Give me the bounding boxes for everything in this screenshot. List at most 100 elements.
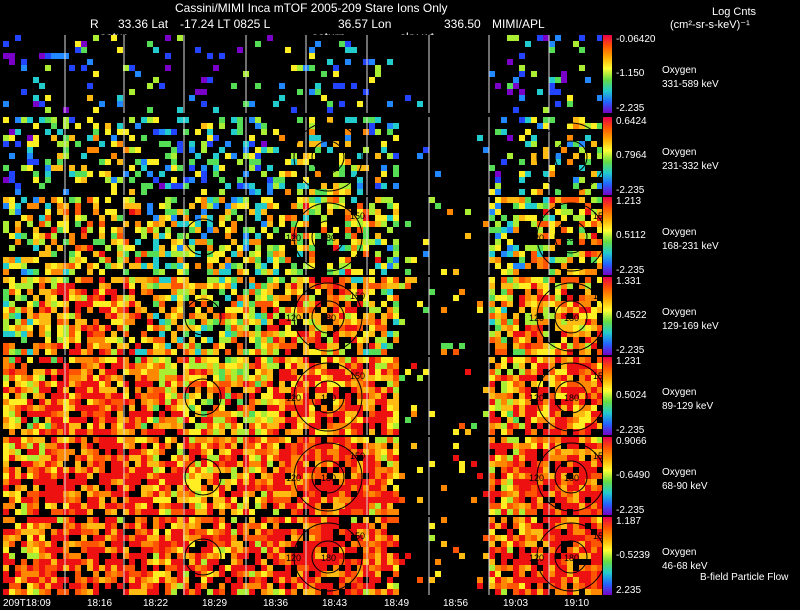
- heatmap-cells: [3, 117, 602, 195]
- contour-label: 120: [529, 233, 544, 243]
- colorbar-max: 1.213: [616, 197, 641, 207]
- heatmap-cells: [3, 437, 602, 515]
- heatmap-panel-4: 120150180120150180: [3, 357, 602, 435]
- energy-panel-5: 120150180120150180: [3, 437, 602, 515]
- panel-species: Oxygen: [662, 547, 696, 559]
- panel-species: Oxygen: [662, 227, 696, 239]
- heatmap-panel-6: 120 150 180 120 150 180: [3, 517, 602, 595]
- contour-label: 150: [350, 531, 365, 541]
- colorbar-2: [603, 197, 612, 275]
- contour-label: 180: [321, 473, 336, 483]
- heatmap-cells: [3, 357, 602, 435]
- contour-label: 120: [286, 553, 301, 563]
- x-tick-label: 18:49: [384, 597, 409, 610]
- contour-label: 150: [350, 211, 365, 221]
- energy-panel-6: 120 150 180 120 150 180: [3, 517, 602, 595]
- contour-label: 120: [286, 393, 301, 403]
- contour-label: 150: [350, 291, 365, 301]
- chart-title: Cassini/MIMI Inca mTOF 2005-209 Stare Io…: [175, 2, 448, 15]
- contour-label: 150: [593, 451, 602, 461]
- colorbar-min: -2.235: [616, 506, 644, 516]
- heatmap-panel-5: 120150180120150180: [3, 437, 602, 515]
- colorbar-mid: 0.5024: [616, 391, 647, 401]
- colorbar-mid: 0.7964: [616, 151, 647, 161]
- heatmap-cells: [3, 517, 602, 595]
- units-line2: (cm²-sr-s-keV)⁻¹: [670, 19, 750, 32]
- colorbar-1: [603, 117, 612, 195]
- energy-panel-0: [3, 35, 602, 113]
- colorbar-mid: -1.150: [616, 69, 644, 79]
- colorbar-5: [603, 437, 612, 515]
- panel-energy: 231-332 keV: [662, 161, 719, 173]
- contour-label: 120: [529, 393, 544, 403]
- x-tick-label: 209T18:09: [3, 597, 51, 610]
- contour-label: 180: [564, 553, 579, 563]
- panel-energy: 331-589 keV: [662, 79, 719, 91]
- panel-species: Oxygen: [662, 65, 696, 77]
- heatmap-panel-3: 120150180120150180: [3, 277, 602, 355]
- x-tick-label: 18:56: [443, 597, 468, 610]
- panel-species: Oxygen: [662, 307, 696, 319]
- colorbar-max: 1.231: [616, 357, 641, 367]
- panel-energy: 168-231 keV: [662, 241, 719, 253]
- panel-energy: 46-68 keV: [662, 561, 708, 573]
- colorbar-min: -2.235: [616, 346, 644, 356]
- colorbar-min: -2.235: [616, 186, 644, 196]
- colorbar-min: -2.235: [616, 104, 644, 114]
- r-label: R: [90, 18, 99, 31]
- contour-label: 180: [321, 233, 336, 243]
- colorbar-mid: -0.5239: [616, 551, 650, 561]
- contour-label: 180: [321, 553, 336, 563]
- panel-species: Oxygen: [662, 387, 696, 399]
- contour-label: 120: [529, 313, 544, 323]
- lt-value: -17.24 LT 0825 L: [180, 18, 270, 31]
- x-tick-label: 18:36: [263, 597, 288, 610]
- contour-label: 180: [564, 233, 579, 243]
- heatmap-panel-1: [3, 117, 602, 195]
- colorbar-mid: 0.4522: [616, 311, 647, 321]
- contour-label: 120: [286, 313, 301, 323]
- colorbar-mid: 0.5112: [616, 231, 646, 241]
- contour-label: 180: [564, 313, 579, 323]
- heatmap-panel-2: 120 150 180 120 150 180: [3, 197, 602, 275]
- contour-label: 120: [529, 553, 544, 563]
- footer-note: B-field Particle Flow: [700, 572, 788, 584]
- colorbar-6: [603, 517, 612, 595]
- colorbar-0: [603, 35, 612, 113]
- colorbar-3: [603, 277, 612, 355]
- energy-panel-2: 120 150 180 120 150 180: [3, 197, 602, 275]
- colorbar-4: [603, 357, 612, 435]
- x-tick-label: 18:22: [143, 597, 168, 610]
- contour-label: 150: [593, 211, 602, 221]
- contour-label: 120: [286, 233, 301, 243]
- colorbar-min: -2.235: [616, 426, 644, 436]
- contour-label: 120: [286, 473, 301, 483]
- heatmap-panel-0: [3, 35, 602, 113]
- panel-energy: 89-129 keV: [662, 401, 713, 413]
- contour-label: 150: [593, 531, 602, 541]
- contour-label: 150: [350, 371, 365, 381]
- colorbar-max: 0.9066: [616, 437, 647, 447]
- energy-panel-4: 120150180120150180: [3, 357, 602, 435]
- energy-panel-1: [3, 117, 602, 195]
- colorbar-max: -0.06420: [616, 35, 655, 45]
- contour-label: 180: [564, 473, 579, 483]
- panel-species: Oxygen: [662, 147, 696, 159]
- x-tick-label: 18:43: [322, 597, 347, 610]
- colorbar-min: -2.235: [616, 266, 644, 276]
- x-tick-label: 19:10: [564, 597, 589, 610]
- panel-species: Oxygen: [662, 467, 696, 479]
- heatmap-cells: [3, 197, 602, 275]
- heatmap-cells: [3, 35, 602, 113]
- panel-energy: 129-169 keV: [662, 321, 719, 333]
- x-tick-label: 19:03: [503, 597, 528, 610]
- panel-energy: 68-90 keV: [662, 481, 708, 493]
- l-shell-value: 336.50: [444, 18, 481, 31]
- colorbar-max: 1.331: [616, 277, 641, 287]
- colorbar-max: 0.6424: [616, 117, 647, 127]
- x-tick-label: 18:16: [87, 597, 112, 610]
- contour-label: 180: [564, 393, 579, 403]
- heatmap-cells: [3, 277, 602, 355]
- contour-label: 120: [529, 473, 544, 483]
- contour-label: 150: [593, 371, 602, 381]
